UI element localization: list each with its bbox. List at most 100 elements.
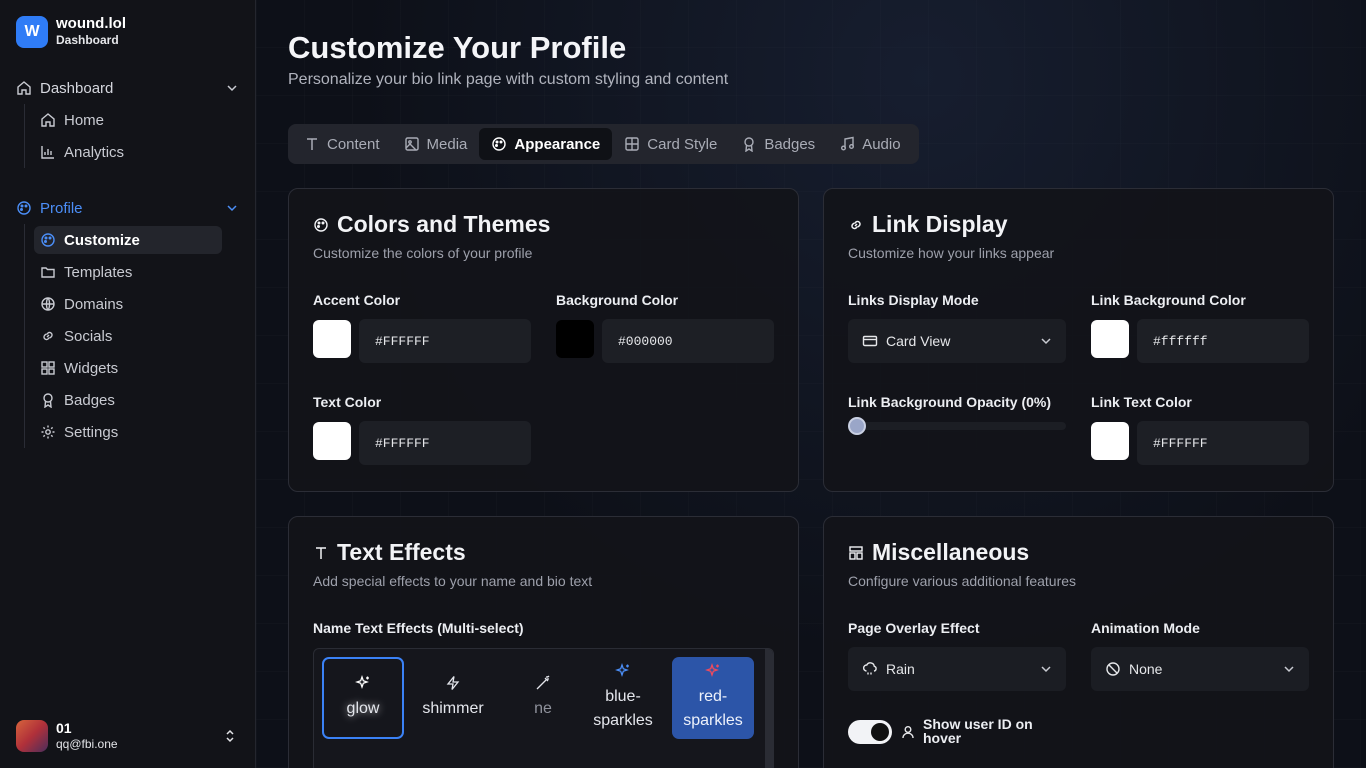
- text-icon: [304, 136, 320, 152]
- tab-media[interactable]: Media: [392, 128, 480, 160]
- background-color-swatch[interactable]: [556, 320, 594, 358]
- select-value: None: [1129, 661, 1163, 677]
- layout-icon: [848, 545, 864, 561]
- effect-ne[interactable]: ne: [502, 657, 584, 739]
- accent-color-input[interactable]: #FFFFFF: [359, 319, 531, 363]
- text-color-swatch[interactable]: [313, 422, 351, 460]
- tab-label: Audio: [862, 135, 901, 153]
- tab-appearance[interactable]: Appearance: [479, 128, 613, 160]
- brand-subtitle: Dashboard: [56, 33, 119, 47]
- nav-group-profile[interactable]: Profile: [16, 196, 240, 220]
- effect-label: glow: [346, 700, 380, 717]
- link-opacity-slider[interactable]: [848, 422, 1066, 430]
- nav-group-dashboard[interactable]: Dashboard: [16, 76, 240, 100]
- misc-card-desc: Configure various additional features: [848, 573, 1077, 589]
- user-menu[interactable]: 01 qq@fbi.one: [16, 719, 240, 753]
- avatar: [16, 720, 48, 752]
- accent-color-swatch[interactable]: [313, 320, 351, 358]
- nav-group-dashboard-label: Dashboard: [40, 79, 114, 97]
- text-color-input[interactable]: #FFFFFF: [359, 421, 531, 465]
- wand-icon: [535, 675, 551, 691]
- effect-label: blue-sparkles: [593, 688, 653, 729]
- home-icon: [16, 80, 32, 96]
- tab-card-style[interactable]: Card Style: [612, 128, 729, 160]
- user-name: 01: [56, 720, 72, 736]
- award-icon: [40, 392, 56, 408]
- name-effects-label: Name Text Effects (Multi-select): [313, 620, 524, 636]
- folder-icon: [40, 264, 56, 280]
- show-user-id-label: Show user ID on hover: [923, 716, 1033, 746]
- nav-group-profile-label: Profile: [40, 199, 83, 217]
- page-subtitle: Personalize your bio link page with cust…: [288, 71, 729, 88]
- tab-content[interactable]: Content: [292, 128, 392, 160]
- music-icon: [839, 136, 855, 152]
- sidebar-item-settings[interactable]: Settings: [34, 418, 222, 446]
- user-icon: [900, 724, 916, 740]
- text-color-label: Text Color: [313, 394, 382, 410]
- link-background-color-swatch[interactable]: [1091, 320, 1129, 358]
- palette-icon: [313, 217, 329, 233]
- sidebar-item-label: Home: [64, 111, 105, 129]
- link-text-color-swatch[interactable]: [1091, 422, 1129, 460]
- brand-name: wound.lol: [56, 15, 126, 32]
- sidebar-item-widgets[interactable]: Widgets: [34, 354, 222, 382]
- card-title-text: Text Effects: [337, 539, 466, 565]
- sidebar-item-templates[interactable]: Templates: [34, 258, 222, 286]
- link-background-color-input[interactable]: #ffffff: [1137, 319, 1309, 363]
- grid-icon: [40, 360, 56, 376]
- effect-red-sparkles[interactable]: red-sparkles: [672, 657, 754, 739]
- links-display-mode-select[interactable]: Card View: [848, 319, 1066, 363]
- link-card-title: Link Display: [848, 211, 1007, 238]
- effect-label: ne: [534, 700, 552, 717]
- sidebar: W wound.lol Dashboard Dashboard Home Ana…: [0, 0, 256, 768]
- effect-blue-sparkles[interactable]: blue-sparkles: [582, 657, 664, 739]
- effect-shimmer[interactable]: shimmer: [412, 657, 494, 739]
- palette-icon: [491, 136, 507, 152]
- card-title-text: Miscellaneous: [872, 539, 1030, 565]
- animation-mode-select[interactable]: None: [1091, 647, 1309, 691]
- chevron-down-icon: [1038, 333, 1054, 349]
- table-icon: [624, 136, 640, 152]
- cloud-rain-icon: [862, 661, 878, 677]
- sidebar-item-domains[interactable]: Domains: [34, 290, 222, 318]
- palette-icon: [40, 232, 56, 248]
- tab-badges[interactable]: Badges: [729, 128, 827, 160]
- sidebar-item-socials[interactable]: Socials: [34, 322, 222, 350]
- effects-card-desc: Add special effects to your name and bio…: [313, 573, 593, 589]
- colors-card-title: Colors and Themes: [313, 211, 550, 238]
- sidebar-item-label: Settings: [64, 423, 119, 441]
- effects-scrollbar[interactable]: [765, 649, 773, 768]
- link-text-color-input[interactable]: #FFFFFF: [1137, 421, 1309, 465]
- slider-thumb[interactable]: [848, 417, 866, 435]
- sidebar-item-label: Customize: [64, 231, 140, 249]
- tab-bar: Content Media Appearance Card Style Badg…: [288, 124, 919, 164]
- tab-label: Media: [426, 135, 468, 153]
- image-icon: [404, 136, 420, 152]
- palette-icon: [16, 200, 32, 216]
- user-email: qq@fbi.one: [56, 737, 118, 751]
- sidebar-item-badges[interactable]: Badges: [34, 386, 222, 414]
- credit-card-icon: [862, 333, 878, 349]
- links-display-mode-label: Links Display Mode: [848, 292, 979, 308]
- chevron-down-icon: [1281, 661, 1297, 677]
- sidebar-item-customize[interactable]: Customize: [34, 226, 222, 254]
- main-content: Customize Your Profile Personalize your …: [256, 0, 1366, 768]
- brand[interactable]: W wound.lol Dashboard: [16, 16, 126, 48]
- tab-audio[interactable]: Audio: [827, 128, 912, 160]
- tab-label: Card Style: [647, 135, 718, 153]
- nav-guide-line: [24, 104, 25, 168]
- sidebar-item-home[interactable]: Home: [34, 106, 222, 134]
- tab-label: Badges: [764, 135, 816, 153]
- sidebar-item-label: Domains: [64, 295, 124, 313]
- background-color-input[interactable]: #000000: [602, 319, 774, 363]
- overlay-effect-select[interactable]: Rain: [848, 647, 1066, 691]
- sidebar-item-analytics[interactable]: Analytics: [34, 138, 222, 166]
- card-title-text: Link Display: [872, 211, 1008, 237]
- link-display-card: Link Display Customize how your links ap…: [823, 188, 1334, 492]
- effect-glow[interactable]: glow: [322, 657, 404, 739]
- tab-label: Appearance: [514, 135, 601, 153]
- chart-icon: [40, 144, 56, 160]
- show-user-id-toggle[interactable]: [848, 720, 892, 744]
- select-value: Rain: [886, 661, 915, 677]
- award-icon: [741, 136, 757, 152]
